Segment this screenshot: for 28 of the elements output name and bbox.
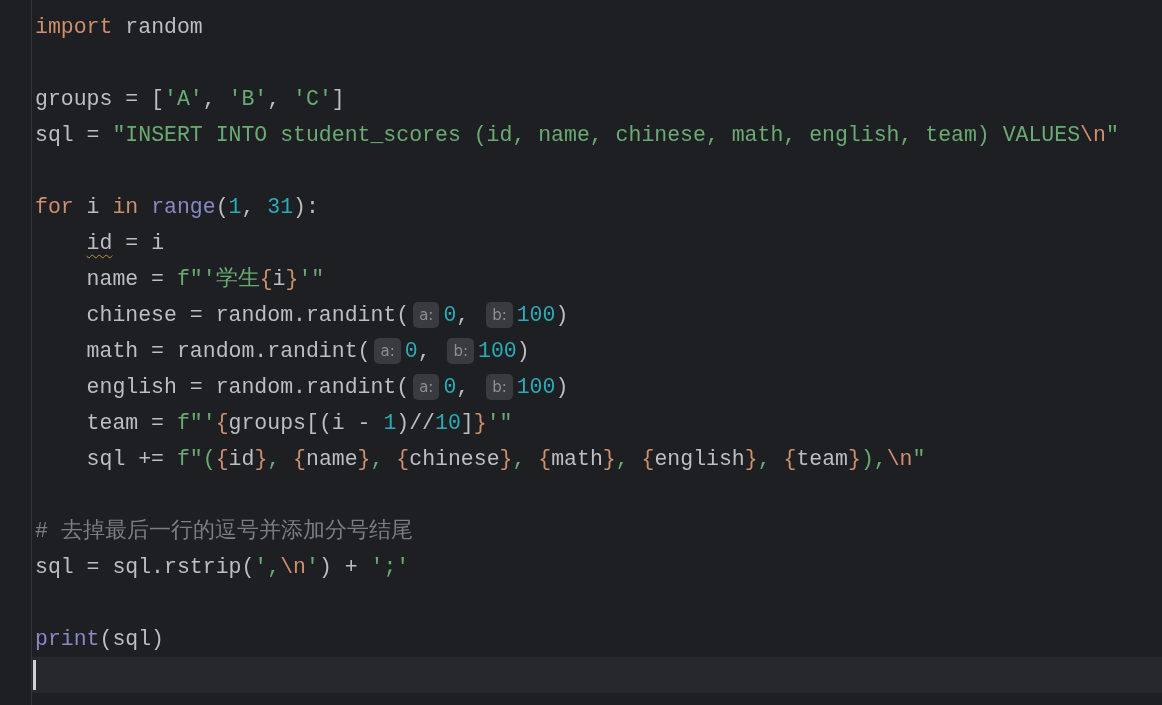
- code-text: import random: [35, 13, 203, 41]
- code-text: english = random.randint(: [85, 373, 410, 401]
- text-cursor: [33, 660, 36, 690]
- parameter-hint: a:: [413, 374, 440, 400]
- parameter-hint: b:: [447, 338, 474, 364]
- parameter-hint: b:: [486, 374, 513, 400]
- code-editor[interactable]: [0, 0, 1162, 705]
- code-text: math = random.randint(: [85, 337, 371, 365]
- parameter-hint: b:: [486, 302, 513, 328]
- code-text: team = f"'{groups[(i - 1)//10]}'": [85, 409, 513, 437]
- parameter-hint: a:: [374, 338, 401, 364]
- code-text: chinese = random.randint(: [85, 301, 410, 329]
- code-text: 0,: [443, 373, 471, 401]
- code-text: 0,: [404, 337, 432, 365]
- code-comment: # 去掉最后一行的逗号并添加分号结尾: [35, 517, 413, 545]
- code-text: for i in range(1, 31):: [35, 193, 319, 221]
- code-text: print(sql): [35, 625, 165, 653]
- code-text: 100): [478, 337, 530, 365]
- code-text: id = i: [85, 229, 165, 257]
- code-text: sql = "INSERT INTO student_scores (id, name, chinese, math, english, team) VALUES\n": [35, 121, 1119, 149]
- code-text: name = f"'学生{i}'": [85, 265, 325, 293]
- code-text: 0,: [443, 301, 471, 329]
- code-text: groups = ['A', 'B', 'C']: [35, 85, 345, 113]
- parameter-hint: a:: [413, 302, 440, 328]
- code-text: sql += f"({id}, {name}, {chinese}, {math}, {english}, {team}),\n": [85, 445, 926, 473]
- code-text: 100): [516, 301, 569, 329]
- code-text: sql = sql.rstrip(',\n') + ';': [35, 553, 410, 581]
- code-text: 100): [516, 373, 569, 401]
